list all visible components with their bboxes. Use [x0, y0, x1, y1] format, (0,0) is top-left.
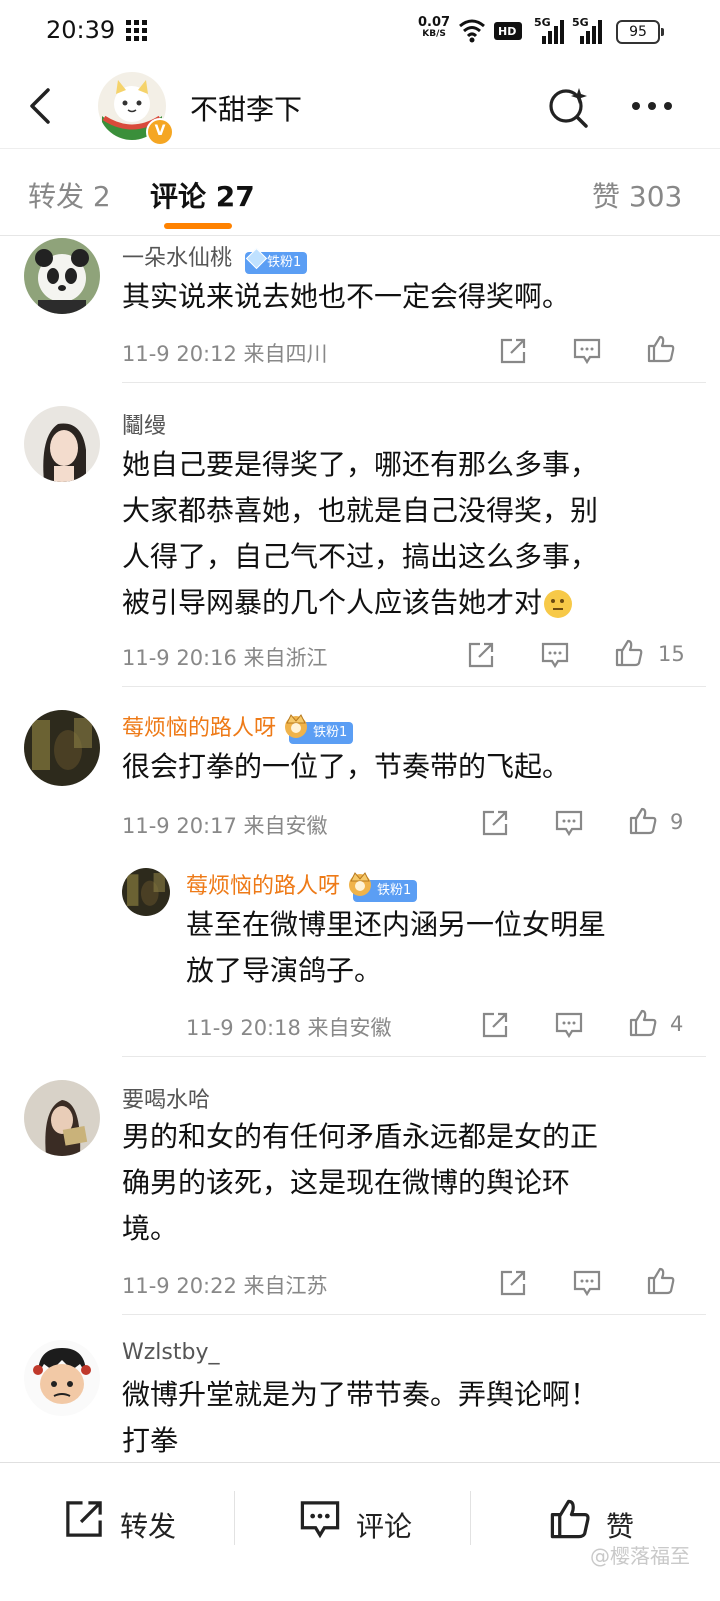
search-sparkle-icon[interactable] — [546, 84, 590, 128]
comment-meta: 11-9 20:16 来自浙江 — [122, 646, 328, 670]
thinking-emoji-icon — [544, 590, 573, 618]
commenter-avatar[interactable] — [24, 710, 100, 786]
fan-badge: 铁粉1 — [349, 872, 418, 902]
status-bar: 20:39 0.07 KB/S HD 5G 5G 95 — [0, 0, 720, 64]
share-icon[interactable] — [498, 1268, 528, 1298]
post-header: V 不甜李下 — [0, 64, 720, 148]
girl-avatar-icon — [24, 406, 100, 482]
like-icon[interactable] — [646, 334, 676, 364]
back-arrow-icon[interactable] — [22, 86, 62, 126]
panda-avatar-icon — [24, 238, 100, 314]
commenter-avatar[interactable] — [24, 406, 100, 482]
share-icon[interactable] — [480, 808, 510, 838]
commenter-name[interactable]: 要喝水哈 — [122, 1082, 210, 1114]
comment-divider — [122, 1314, 706, 1315]
reading-avatar-icon — [24, 1080, 100, 1156]
commenter-avatar[interactable] — [24, 1340, 100, 1416]
commenter-name[interactable]: 鬮缦 — [122, 408, 166, 440]
like-label: 赞 — [606, 1510, 635, 1543]
comment-meta: 11-9 20:12 来自四川 — [122, 342, 328, 366]
reply-item: 莓烦恼的路人呀 铁粉1 甚至在微博里还内涵另一位女明星 放了导演鸽子。 11-9… — [0, 862, 720, 1058]
comment-text: 其实说来说去她也不一定会得奖啊。 — [122, 280, 571, 313]
signal2-label: 5G — [572, 16, 589, 29]
bar-divider — [470, 1491, 471, 1545]
comment-label: 评论 — [356, 1510, 413, 1543]
tab-bar: 转发 2 评论 27 赞 303 — [0, 148, 720, 236]
comment-meta: 11-9 20:22 来自江苏 — [122, 1274, 328, 1298]
comment-icon[interactable] — [554, 808, 584, 838]
comment-text: 很会打拳的一位了，节奏带的飞起。 — [122, 750, 571, 783]
more-options-icon[interactable] — [630, 100, 674, 112]
tab-active-indicator — [164, 223, 232, 229]
like-icon[interactable] — [628, 1008, 658, 1038]
comment-item: Wzlstby_ 微博升堂就是为了带节奏。弄舆论啊！ 打拳 — [0, 1332, 720, 1462]
fan-badge: 铁粉1 — [245, 247, 308, 274]
comment-icon[interactable] — [572, 336, 602, 366]
like-icon[interactable] — [628, 806, 658, 836]
commenter-name[interactable]: 一朵水仙桃 铁粉1 — [122, 240, 308, 274]
comment-icon — [300, 1501, 340, 1539]
wifi-icon — [459, 19, 485, 43]
commenter-name[interactable]: 莓烦恼的路人呀 铁粉1 — [122, 710, 354, 744]
share-icon[interactable] — [466, 640, 496, 670]
comment-meta: 11-9 20:17 来自安徽 — [122, 814, 328, 838]
like-icon[interactable] — [614, 638, 644, 668]
comment-text: 她自己要是得奖了，哪还有那么多事， 大家都恭喜她，也就是自己没得奖，别 人得了，… — [122, 448, 599, 619]
tab-likes[interactable]: 赞 303 — [592, 175, 682, 215]
hd-label: HD — [498, 25, 517, 38]
comment-icon[interactable] — [554, 1010, 584, 1040]
commenter-name[interactable]: Wzlstby_ — [122, 1340, 220, 1365]
tab-repost[interactable]: 转发 2 — [28, 175, 111, 215]
comment-text: 男的和女的有任何矛盾永远都是女的正 确男的该死，这是现在微博的舆论环 境。 — [122, 1120, 599, 1245]
bottom-action-bar: 转发 评论 赞 — [0, 1462, 720, 1601]
repost-button[interactable]: 转发 — [62, 1497, 192, 1545]
commenter-avatar[interactable] — [122, 868, 170, 916]
network-speed: 0.07 KB/S — [418, 15, 451, 39]
commenter-avatar[interactable] — [24, 1080, 100, 1156]
verified-badge-icon: V — [146, 118, 174, 146]
crown-icon — [349, 872, 372, 896]
app-grid-icon — [126, 20, 147, 41]
comment-divider — [122, 382, 706, 383]
like-icon[interactable] — [646, 1266, 676, 1296]
comment-divider — [122, 686, 706, 687]
like-count: 4 — [670, 1012, 684, 1036]
status-time: 20:39 — [46, 16, 116, 44]
comment-text: 甚至在微博里还内涵另一位女明星 放了导演鸽子。 — [186, 908, 607, 987]
bar-divider — [234, 1491, 235, 1545]
signal1-label: 5G — [534, 16, 551, 29]
repost-label: 转发 — [120, 1510, 177, 1543]
commenter-name[interactable]: 莓烦恼的路人呀 铁粉1 — [186, 868, 418, 902]
like-count: 15 — [658, 642, 685, 666]
comment-item: 鬮缦 她自己要是得奖了，哪还有那么多事， 大家都恭喜她，也就是自己没得奖，别 人… — [0, 398, 720, 688]
dark-scene-avatar-icon — [24, 710, 100, 786]
like-icon — [550, 1499, 590, 1539]
comment-button[interactable]: 评论 — [298, 1497, 428, 1545]
comment-icon[interactable] — [540, 640, 570, 670]
share-icon — [66, 1501, 102, 1537]
watermark: @樱落福至 — [590, 1544, 690, 1568]
tab-comments[interactable]: 评论 27 — [150, 175, 255, 215]
like-button[interactable]: 赞 — [548, 1497, 658, 1545]
share-icon[interactable] — [498, 336, 528, 366]
share-icon[interactable] — [480, 1010, 510, 1040]
comment-icon[interactable] — [572, 1268, 602, 1298]
comment-text: 微博升堂就是为了带节奏。弄舆论啊！ 打拳 — [122, 1378, 599, 1457]
dark-scene-avatar-icon — [122, 868, 170, 916]
author-name[interactable]: 不甜李下 — [190, 88, 302, 128]
cartoon-boy-avatar-icon — [24, 1340, 100, 1416]
comment-item: 莓烦恼的路人呀 铁粉1 很会打拳的一位了，节奏带的飞起。 11-9 20:17 … — [0, 702, 720, 852]
commenter-avatar[interactable] — [24, 238, 100, 314]
battery-indicator: 95 — [616, 20, 664, 44]
crown-icon — [285, 714, 308, 738]
like-count: 9 — [670, 810, 684, 834]
comment-divider — [122, 1056, 706, 1057]
comment-item: 要喝水哈 男的和女的有任何矛盾永远都是女的正 确男的该死，这是现在微博的舆论环 … — [0, 1072, 720, 1316]
comment-item: 一朵水仙桃 铁粉1 其实说来说去她也不一定会得奖啊。 11-9 20:12 来自… — [0, 234, 720, 384]
comment-meta: 11-9 20:18 来自安徽 — [186, 1016, 392, 1040]
fan-badge: 铁粉1 — [285, 714, 354, 744]
